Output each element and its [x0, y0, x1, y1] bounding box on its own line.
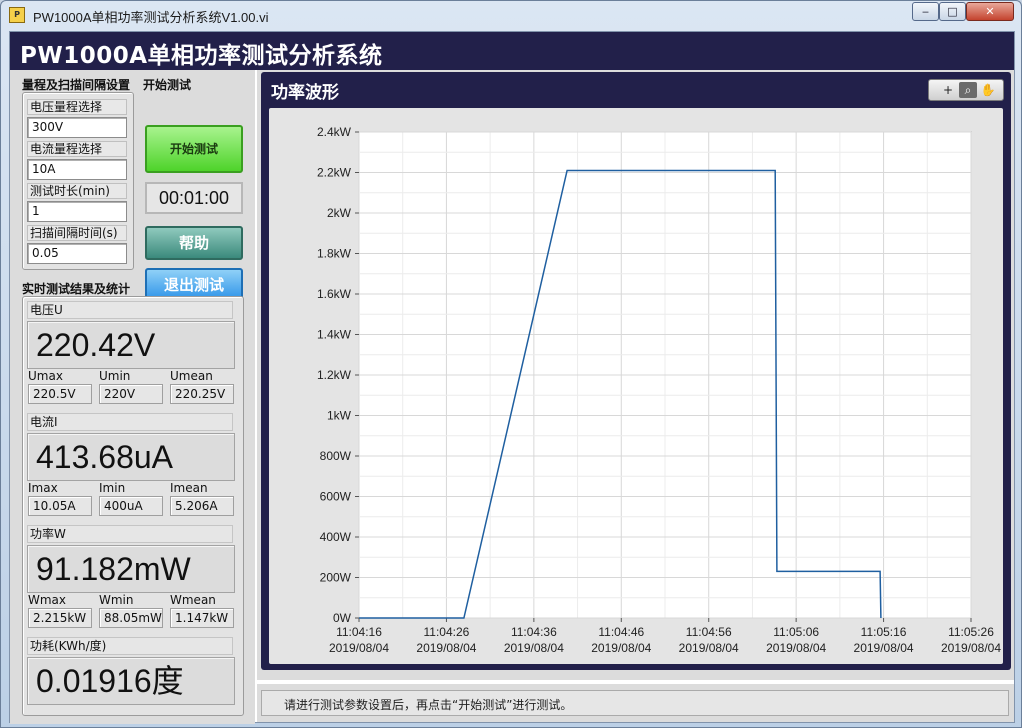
imin-value: 400uA [99, 496, 163, 516]
y-tick-label: 0W [333, 611, 352, 625]
voltage-range-select[interactable]: 300V [27, 117, 127, 138]
x-tick-time: 11:05:26 [948, 625, 994, 639]
settings-panel: 电压量程选择 300V 电流量程选择 10A 测试时长(min) 1 扫描间隔时… [22, 92, 134, 270]
x-tick-time: 11:05:06 [773, 625, 819, 639]
minimize-button[interactable]: ‒ [912, 2, 939, 21]
duration-input[interactable]: 1 [27, 201, 127, 222]
results-section-label: 实时测试结果及统计 [22, 282, 131, 296]
imax-value: 10.05A [28, 496, 92, 516]
zoom-tool-icon[interactable]: ⌕ [959, 82, 977, 98]
y-tick-label: 1.4kW [317, 328, 352, 342]
y-tick-label: 2.4kW [317, 125, 352, 139]
x-tick-time: 11:04:46 [598, 625, 644, 639]
graph-palette: + ⌕ ✋ [928, 79, 1004, 101]
interval-input[interactable]: 0.05 [27, 243, 127, 264]
status-box: 请进行测试参数设置后，再点击“开始测试”进行测试。 [261, 690, 1009, 716]
x-tick-time: 11:04:26 [424, 625, 470, 639]
umin-value: 220V [99, 384, 163, 404]
cursor-tool-icon[interactable]: + [939, 82, 957, 98]
close-button[interactable]: ✕ [966, 2, 1014, 21]
y-tick-label: 1.6kW [317, 287, 352, 301]
plot-background: 0W 200W 400W 600W 800W 1kW 1.2kW 1.4kW 1.6kW 1.8k… [269, 108, 1003, 664]
current-value: 413.68uA [27, 433, 235, 481]
imean-label: Imean [170, 481, 208, 495]
labview-icon: P [9, 7, 25, 23]
wmin-value: 88.05mW [99, 608, 163, 628]
maximize-button[interactable]: □ [939, 2, 966, 21]
interval-label: 扫描间隔时间(s) [27, 225, 127, 241]
energy-label: 功耗(KWh/度) [27, 637, 233, 655]
x-tick-date: 2019/08/04 [679, 641, 739, 655]
current-range-select[interactable]: 10A [27, 159, 127, 180]
elapsed-timer: 00:01:00 [145, 182, 243, 214]
wmin-label: Wmin [99, 593, 134, 607]
power-label: 功率W [27, 525, 233, 543]
y-tick-label: 400W [320, 530, 352, 544]
status-message: 请进行测试参数设置后，再点击“开始测试”进行测试。 [284, 698, 573, 712]
current-range-label: 电流量程选择 [27, 141, 127, 157]
app-window: P PW1000A单相功率测试分析系统V1.00.vi ‒ □ ✕ PW1000… [0, 0, 1022, 728]
results-panel: 电压U 220.42V Umax Umin Umean 220.5V 220V … [22, 296, 244, 716]
x-tick-time: 11:04:36 [511, 625, 557, 639]
waveform-graph: 功率波形 + ⌕ ✋ 0W 200W 400W 600W 800W 1kW 1.2kW 1.4… [261, 72, 1011, 670]
help-button[interactable]: 帮助 [145, 226, 243, 260]
title-bar[interactable]: P PW1000A单相功率测试分析系统V1.00.vi ‒ □ ✕ [1, 1, 1021, 29]
pan-tool-icon[interactable]: ✋ [979, 82, 997, 98]
umean-value: 220.25V [170, 384, 234, 404]
duration-label: 测试时长(min) [27, 183, 127, 199]
front-panel: PW1000A单相功率测试分析系统 量程及扫描间隔设置 开始测试 电压量程选择 … [9, 31, 1015, 724]
wmean-label: Wmean [170, 593, 216, 607]
voltage-value: 220.42V [27, 321, 235, 369]
x-tick-time: 11:05:16 [861, 625, 907, 639]
power-plot[interactable]: 0W 200W 400W 600W 800W 1kW 1.2kW 1.4kW 1.6kW 1.8k… [269, 108, 1003, 664]
x-tick-date: 2019/08/04 [591, 641, 651, 655]
y-tick-label: 200W [320, 571, 352, 585]
voltage-label: 电压U [27, 301, 233, 319]
chart-area: 功率波形 + ⌕ ✋ 0W 200W 400W 600W 800W 1kW 1.2kW 1.4… [257, 70, 1014, 680]
y-tick-label: 1.2kW [317, 368, 352, 382]
y-tick-label: 1kW [327, 409, 352, 423]
wmax-label: Wmax [28, 593, 67, 607]
y-tick-label: 2.2kW [317, 166, 352, 180]
y-tick-label: 2kW [327, 206, 352, 220]
status-bar: 请进行测试参数设置后，再点击“开始测试”进行测试。 [257, 684, 1014, 722]
left-panel: 量程及扫描间隔设置 开始测试 电压量程选择 300V 电流量程选择 10A 测试… [10, 70, 255, 724]
voltage-range-label: 电压量程选择 [27, 99, 127, 115]
wmean-value: 1.147kW [170, 608, 234, 628]
current-label: 电流I [27, 413, 233, 431]
x-tick-date: 2019/08/04 [329, 641, 389, 655]
start-section-label: 开始测试 [143, 78, 192, 92]
x-tick-time: 11:04:56 [686, 625, 732, 639]
wmax-value: 2.215kW [28, 608, 92, 628]
x-tick-date: 2019/08/04 [941, 641, 1001, 655]
imean-value: 5.206A [170, 496, 234, 516]
imin-label: Imin [99, 481, 126, 495]
y-tick-label: 600W [320, 490, 352, 504]
app-title: PW1000A单相功率测试分析系统 [20, 43, 383, 69]
x-tick-time: 11:04:16 [336, 625, 382, 639]
y-tick-label: 1.8kW [317, 247, 352, 261]
settings-section-label: 量程及扫描间隔设置 [22, 78, 131, 92]
app-header: PW1000A单相功率测试分析系统 [10, 32, 1014, 70]
power-value: 91.182mW [27, 545, 235, 593]
chart-title: 功率波形 [271, 83, 339, 103]
umean-label: Umean [170, 369, 213, 383]
x-tick-date: 2019/08/04 [416, 641, 476, 655]
x-tick-date: 2019/08/04 [766, 641, 826, 655]
umin-label: Umin [99, 369, 131, 383]
imax-label: Imax [28, 481, 58, 495]
umax-value: 220.5V [28, 384, 92, 404]
window-title: PW1000A单相功率测试分析系统V1.00.vi [33, 10, 269, 25]
x-tick-date: 2019/08/04 [504, 641, 564, 655]
umax-label: Umax [28, 369, 63, 383]
energy-value: 0.01916度 [27, 657, 235, 705]
x-tick-date: 2019/08/04 [854, 641, 914, 655]
y-tick-label: 800W [320, 449, 352, 463]
start-test-button[interactable]: 开始测试 [145, 125, 243, 173]
